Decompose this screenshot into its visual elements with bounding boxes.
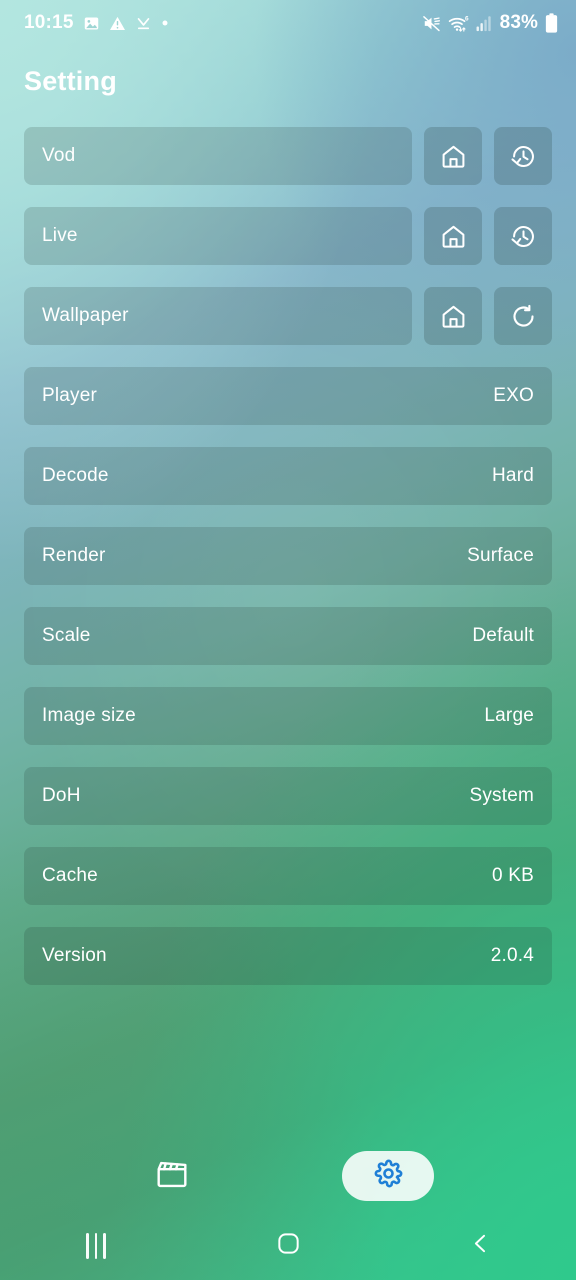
- dot-icon: [161, 19, 169, 27]
- image-size-value: Large: [484, 705, 534, 726]
- page-title: Setting: [24, 66, 117, 96]
- vod-home-button[interactable]: [424, 127, 482, 185]
- setting-row-player: Player EXO: [24, 367, 552, 425]
- photo-icon: [83, 15, 100, 32]
- setting-row-live: Live: [24, 207, 552, 265]
- svg-text:6: 6: [465, 15, 469, 22]
- version-button[interactable]: Version 2.0.4: [24, 927, 552, 985]
- nav-recents-button[interactable]: [0, 1212, 192, 1280]
- setting-row-wallpaper: Wallpaper: [24, 287, 552, 345]
- setting-row-doh: DoH System: [24, 767, 552, 825]
- settings-list: Vod Live Wallpaper Player EXO Decode Har…: [24, 127, 552, 1007]
- live-label: Live: [42, 225, 78, 246]
- gear-icon: [373, 1158, 404, 1194]
- tab-settings[interactable]: [342, 1151, 434, 1201]
- vod-button[interactable]: Vod: [24, 127, 412, 185]
- scale-button[interactable]: Scale Default: [24, 607, 552, 665]
- wallpaper-refresh-button[interactable]: [494, 287, 552, 345]
- download-complete-icon: [135, 15, 152, 32]
- setting-row-cache: Cache 0 KB: [24, 847, 552, 905]
- scale-label: Scale: [42, 625, 91, 646]
- doh-label: DoH: [42, 785, 81, 806]
- cache-button[interactable]: Cache 0 KB: [24, 847, 552, 905]
- wifi-6-icon: 6: [448, 14, 469, 33]
- player-value: EXO: [493, 385, 534, 406]
- vod-label: Vod: [42, 145, 76, 166]
- tab-vod[interactable]: [142, 1154, 202, 1198]
- render-button[interactable]: Render Surface: [24, 527, 552, 585]
- home-icon: [276, 1231, 301, 1261]
- image-size-label: Image size: [42, 705, 136, 726]
- signal-bars-icon: [476, 15, 492, 32]
- decode-label: Decode: [42, 465, 109, 486]
- status-bar-left: 10:15: [24, 12, 169, 34]
- doh-button[interactable]: DoH System: [24, 767, 552, 825]
- mute-icon: [422, 14, 441, 33]
- wallpaper-label: Wallpaper: [42, 305, 129, 326]
- wallpaper-home-button[interactable]: [424, 287, 482, 345]
- render-value: Surface: [467, 545, 534, 566]
- setting-row-decode: Decode Hard: [24, 447, 552, 505]
- setting-row-scale: Scale Default: [24, 607, 552, 665]
- clapperboard-icon: [155, 1157, 189, 1196]
- status-bar-clock: 10:15: [24, 12, 74, 33]
- home-icon: [440, 143, 467, 170]
- image-size-button[interactable]: Image size Large: [24, 687, 552, 745]
- status-bar-right: 6 83%: [422, 12, 558, 34]
- status-bar: 10:15 6 83%: [0, 0, 576, 46]
- cache-value: 0 KB: [492, 865, 534, 886]
- setting-row-vod: Vod: [24, 127, 552, 185]
- version-value: 2.0.4: [490, 945, 534, 966]
- live-history-button[interactable]: [494, 207, 552, 265]
- nav-home-button[interactable]: [192, 1212, 384, 1280]
- live-button[interactable]: Live: [24, 207, 412, 265]
- refresh-icon: [510, 303, 537, 330]
- player-label: Player: [42, 385, 98, 406]
- scale-value: Default: [472, 625, 534, 646]
- history-icon: [510, 143, 537, 170]
- recents-icon: [86, 1233, 106, 1259]
- wallpaper-button[interactable]: Wallpaper: [24, 287, 412, 345]
- setting-row-render: Render Surface: [24, 527, 552, 585]
- setting-row-image-size: Image size Large: [24, 687, 552, 745]
- setting-row-version: Version 2.0.4: [24, 927, 552, 985]
- phone-screen: 10:15 6 83% Setting Vod Live Wallpaper P…: [0, 0, 576, 1280]
- version-label: Version: [42, 945, 107, 966]
- vod-history-button[interactable]: [494, 127, 552, 185]
- battery-icon: [545, 13, 558, 33]
- home-icon: [440, 303, 467, 330]
- home-icon: [440, 223, 467, 250]
- warning-triangle-icon: [109, 15, 126, 32]
- cache-label: Cache: [42, 865, 98, 886]
- decode-value: Hard: [492, 465, 534, 486]
- bottom-tab-bar: [0, 1140, 576, 1212]
- player-button[interactable]: Player EXO: [24, 367, 552, 425]
- history-icon: [510, 223, 537, 250]
- back-icon: [468, 1231, 493, 1261]
- nav-back-button[interactable]: [384, 1212, 576, 1280]
- decode-button[interactable]: Decode Hard: [24, 447, 552, 505]
- doh-value: System: [469, 785, 534, 806]
- battery-percent-label: 83%: [499, 12, 538, 33]
- android-nav-bar: [0, 1212, 576, 1280]
- live-home-button[interactable]: [424, 207, 482, 265]
- render-label: Render: [42, 545, 106, 566]
